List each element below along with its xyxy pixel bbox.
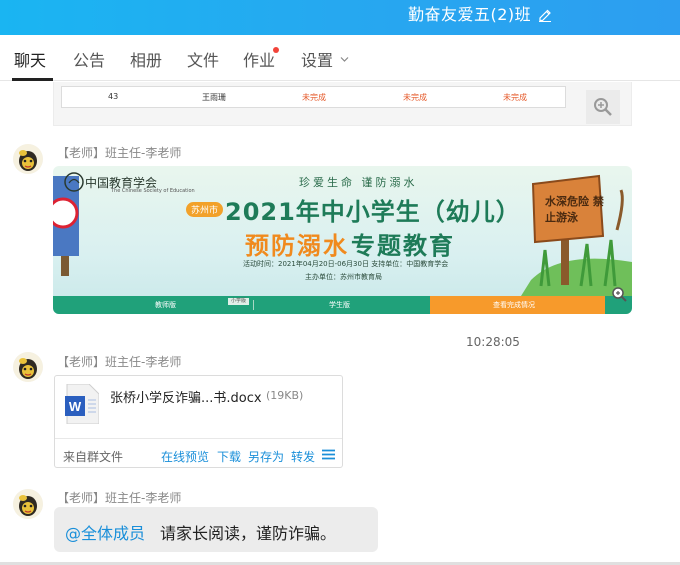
wooden-warning-sign [521,174,632,296]
sender-name[interactable]: 【老师】班主任-李老师 [57,355,181,369]
homework-status-card[interactable]: 43 王雨珊 未完成 未完成 未完成 [53,82,632,126]
banner-button-bar: 教师版 学生版 查看完成情况 小学版 [53,287,632,314]
chat-area: 43 王雨珊 未完成 未完成 未完成 【老师】班主任-李老师 中国教育学会 Th… [0,82,680,565]
drowning-prevention-banner[interactable]: 中国教育学会 The Chinese Society of Education … [53,166,632,314]
homework-badge-dot [273,47,279,53]
message-text: 请家长阅读，谨防诈骗。 [160,524,337,543]
tab-chat[interactable]: 聊天 [14,51,46,71]
group-title[interactable]: 勤奋友爱五(2)班 [408,5,531,25]
table-cell: 王雨珊 [202,93,226,102]
file-name[interactable]: 张桥小学反诈骗...书.docx [110,387,262,406]
status-table: 43 王雨珊 未完成 未完成 未完成 [61,86,566,108]
banner-title-line2: 专题教育 [351,232,455,260]
banner-info-host: 主办单位：苏州市教育局 [305,273,382,281]
mention-all[interactable]: @全体成员 [65,520,145,544]
table-cell: 未完成 [302,93,326,102]
sender-name[interactable]: 【老师】班主任-李老师 [57,146,181,160]
banner-info-dates: 活动时间：2021年04月20日-06月30日 支持单位：中国教育学会 [243,260,449,268]
file-message-card[interactable]: W 张桥小学反诈骗...书.docx (19KB) 来自群文件 在线预览 下载 … [54,375,343,468]
sender-name[interactable]: 【老师】班主任-李老师 [57,491,181,505]
divider [55,438,342,439]
sign-text: 水深危险 禁止游泳 [545,195,604,224]
banner-tagline: 珍爱生命 谨防溺水 [299,176,418,189]
city-tag: 苏州市 [186,202,224,217]
avatar[interactable] [13,352,43,382]
avatar[interactable] [13,144,43,174]
download-link[interactable]: 下载 [217,448,241,465]
student-version-button[interactable]: 学生版 [329,300,350,310]
banner-title-highlight: 预防溺水 [245,232,349,260]
banner-title-line1: 2021年中小学生（幼儿） [225,198,521,226]
word-doc-icon: W [65,384,99,424]
table-cell: 43 [108,92,119,101]
save-as-link[interactable]: 另存为 [248,448,284,465]
tab-homework[interactable]: 作业 [243,51,275,71]
table-cell: 未完成 [403,93,427,102]
tab-album[interactable]: 相册 [130,51,162,71]
avatar-image [13,352,43,382]
cse-logo-icon [64,172,84,192]
message-timestamp: 10:28:05 [466,335,520,349]
avatar-image [13,144,43,174]
check-completion-button[interactable]: 查看完成情况 [493,300,535,310]
menu-icon[interactable] [322,449,335,460]
forward-link[interactable]: 转发 [291,448,315,465]
active-tab-underline [12,78,53,81]
svg-text:W: W [69,399,82,414]
preview-online-link[interactable]: 在线预览 [161,448,209,465]
org-name-en: The Chinese Society of Education [111,188,195,194]
file-size: (19KB) [266,389,304,402]
tab-files[interactable]: 文件 [187,51,219,71]
avatar-image [13,489,43,519]
group-title-bar: 勤奋友爱五(2)班 [0,0,680,35]
avatar[interactable] [13,489,43,519]
file-source: 来自群文件 [63,450,124,464]
table-cell: 未完成 [503,93,527,102]
zoom-in-icon[interactable] [586,90,620,124]
tab-settings[interactable]: 设置 [301,51,333,71]
teacher-version-button[interactable]: 教师版 [155,300,176,310]
divider [253,300,254,310]
edit-pencil-icon[interactable] [538,6,552,22]
zoom-in-icon[interactable] [609,284,629,304]
primary-version-tag: 小学版 [228,298,249,305]
tab-announcement[interactable]: 公告 [73,51,105,71]
chevron-down-icon[interactable] [340,56,349,63]
text-message-bubble[interactable]: @全体成员 请家长阅读，谨防诈骗。 [54,507,378,552]
